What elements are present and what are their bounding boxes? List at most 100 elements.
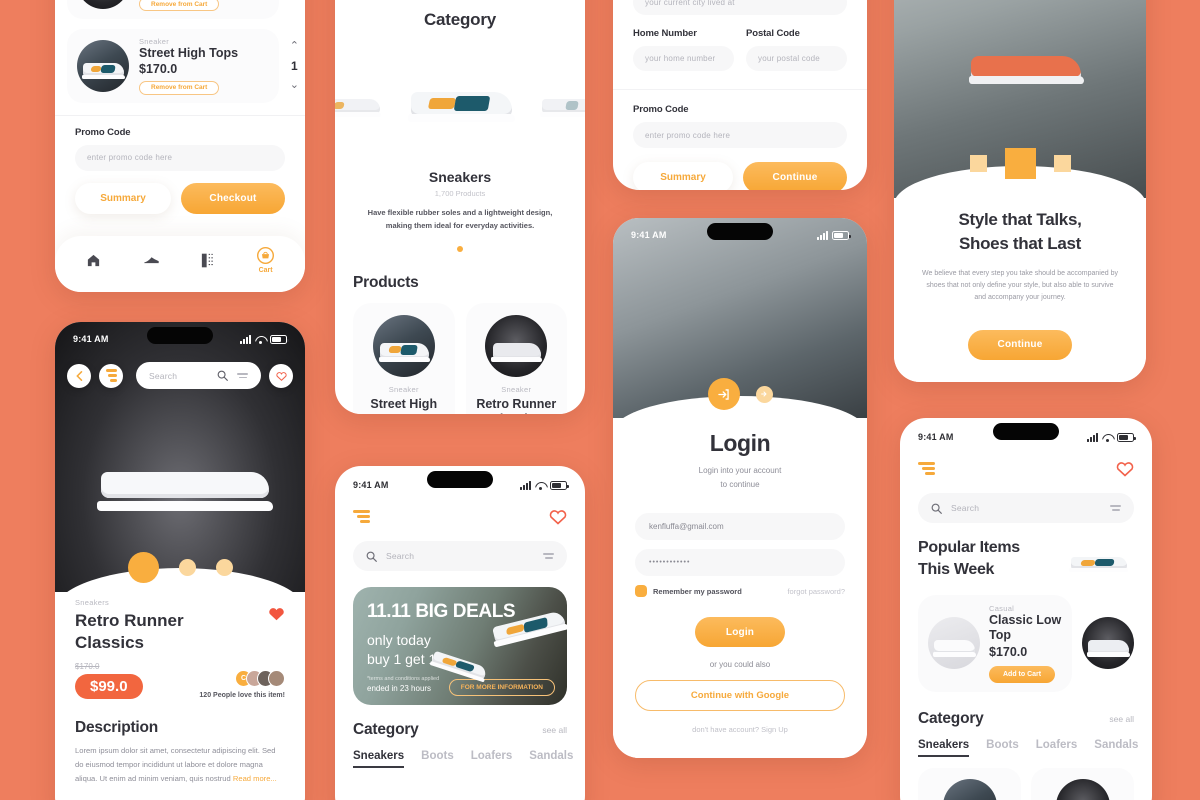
promo-code-label: Promo Code: [633, 104, 689, 115]
search-input[interactable]: Search: [136, 362, 261, 389]
dot[interactable]: [178, 559, 196, 576]
login-button[interactable]: Login: [695, 617, 785, 648]
dot-active[interactable]: [1004, 148, 1036, 179]
quantity-stepper[interactable]: ⌃ 1 ⌄: [290, 40, 299, 91]
onboarding-continue-button[interactable]: Continue: [968, 329, 1072, 360]
login-enter-button[interactable]: [707, 378, 740, 410]
sign-up-link[interactable]: Sign Up: [761, 725, 788, 734]
banner-line-1: only today: [367, 632, 431, 648]
checkout-button[interactable]: Checkout: [181, 182, 285, 214]
home-number-input[interactable]: your home number: [633, 46, 734, 71]
product-card-category: Sneaker: [501, 385, 532, 395]
tab-home[interactable]: [86, 253, 101, 268]
carousel-page-dot[interactable]: [457, 246, 463, 253]
orders-icon: [202, 253, 215, 267]
enter-icon: [718, 388, 729, 400]
category-product-card[interactable]: [918, 767, 1021, 800]
continue-button[interactable]: Continue: [743, 162, 847, 190]
search-input[interactable]: Search: [353, 541, 567, 571]
cart-item-row[interactable]: Sneaker Street High Tops $170.0 Remove f…: [67, 29, 299, 103]
forgot-password-link[interactable]: forgot password?: [787, 587, 845, 596]
tab-shoes[interactable]: [143, 254, 160, 267]
heart-filled-icon[interactable]: [268, 606, 285, 621]
continue-with-google-button[interactable]: Continue with Google: [635, 680, 845, 712]
favorite-button[interactable]: [269, 363, 293, 388]
product-card[interactable]: Sneaker Retro Runner Classics $170.0 Add…: [465, 303, 567, 414]
login-title: Login: [709, 430, 771, 456]
city-input[interactable]: your current city lived at: [633, 0, 847, 15]
tab-loafers[interactable]: Loafers: [471, 750, 513, 768]
summary-button[interactable]: Summary: [633, 162, 733, 190]
tab-loafers[interactable]: Loafers: [1036, 739, 1078, 757]
tab-cart-label: Cart: [258, 266, 273, 274]
email-field[interactable]: kenfluffa@gmail.com: [635, 513, 845, 541]
dot[interactable]: [1053, 155, 1071, 172]
filter-icon[interactable]: [237, 372, 248, 379]
chevron-down-icon[interactable]: ⌄: [290, 0, 299, 1]
image-pagination-dots[interactable]: [55, 552, 305, 583]
add-to-cart-button[interactable]: Add to Cart: [989, 665, 1056, 683]
read-more-link[interactable]: Read more...: [233, 774, 277, 783]
category-carousel[interactable]: [335, 48, 585, 163]
status-time: 9:41 AM: [353, 480, 389, 490]
popular-item-next-thumbnail[interactable]: [1082, 617, 1134, 670]
chevron-up-icon[interactable]: ⌃: [290, 40, 299, 52]
popular-item-card[interactable]: Casual Classic Low Top $170.0 Add to Car…: [918, 595, 1072, 692]
status-time: 9:41 AM: [73, 334, 109, 344]
tab-boots[interactable]: Boots: [421, 750, 454, 768]
search-input[interactable]: Search: [918, 493, 1134, 523]
carousel-shoe-active[interactable]: [395, 52, 525, 144]
onboarding-screen: Style that Talks, Shoes that Last We bel…: [894, 0, 1146, 382]
favorites-icon[interactable]: [1116, 460, 1134, 477]
product-thumbnail: [77, 39, 129, 92]
menu-button[interactable]: [99, 363, 123, 388]
menu-button[interactable]: [918, 462, 935, 475]
cart-item-row[interactable]: Sneaker Street High Tops $170.0 Remove f…: [67, 0, 299, 20]
dot-active[interactable]: [127, 552, 159, 583]
address-form-screen: your current city lived at Home Number y…: [613, 0, 867, 190]
menu-button[interactable]: [353, 510, 370, 523]
carousel-shoe-prev[interactable]: [335, 74, 387, 130]
tab-sneakers[interactable]: Sneakers: [353, 750, 405, 768]
filter-icon[interactable]: [543, 553, 554, 559]
remove-from-cart-button[interactable]: Remove from Cart: [139, 0, 220, 12]
favorites-icon[interactable]: [549, 508, 567, 525]
remember-password-checkbox[interactable]: [635, 585, 647, 598]
promo-code-input[interactable]: enter promo code here: [75, 144, 285, 171]
see-all-link[interactable]: see all: [542, 725, 567, 735]
tab-orders[interactable]: [201, 253, 215, 268]
dot[interactable]: [215, 559, 233, 576]
summary-button[interactable]: Summary: [75, 182, 171, 214]
tab-boots[interactable]: Boots: [986, 739, 1019, 757]
back-button[interactable]: [67, 363, 91, 388]
tab-cart[interactable]: Cart: [257, 246, 275, 274]
postal-code-input[interactable]: your postal code: [746, 46, 847, 71]
tab-sandals[interactable]: Sandals: [1094, 739, 1138, 757]
login-next-button[interactable]: [755, 385, 773, 403]
onboarding-subtitle: We believe that every step you take shou…: [922, 270, 1118, 302]
home-screen: 9:41 AM Search 11.11 BIG DEALS only toda…: [335, 466, 585, 800]
product-card-name: Street High Tops: [370, 397, 438, 414]
product-card[interactable]: Sneaker Street High Tops $170.0 Add to C…: [353, 303, 455, 414]
avatar: [268, 669, 285, 687]
promo-code-input[interactable]: enter promo code here: [633, 122, 847, 148]
promo-banner[interactable]: 11.11 BIG DEALS only today buy 1 get 1 *…: [353, 587, 567, 705]
signal-icon: [817, 230, 828, 240]
quantity-stepper[interactable]: ⌃ ⌄: [290, 0, 299, 1]
filter-icon[interactable]: [1110, 505, 1121, 511]
carousel-shoe-next[interactable]: [533, 74, 585, 130]
social-avatars: C: [199, 669, 285, 687]
tab-sandals[interactable]: Sandals: [529, 750, 573, 768]
product-info-sheet: Sneakers Retro Runner Classics $170.0 $9…: [55, 552, 305, 800]
category-tabs: Sneakers Boots Loafers Sandals: [918, 739, 1138, 757]
tab-sneakers[interactable]: Sneakers: [918, 739, 970, 757]
category-product-card[interactable]: [1031, 767, 1134, 800]
onboarding-pagination-dots[interactable]: [894, 148, 1146, 179]
dot[interactable]: [969, 155, 987, 172]
see-all-link[interactable]: see all: [1109, 714, 1134, 724]
chevron-down-icon[interactable]: ⌄: [290, 79, 299, 91]
password-field[interactable]: ••••••••••••: [635, 549, 845, 577]
remove-from-cart-button[interactable]: Remove from Cart: [139, 80, 220, 95]
products-heading: Products: [353, 274, 419, 292]
login-action-dots: [613, 378, 867, 410]
